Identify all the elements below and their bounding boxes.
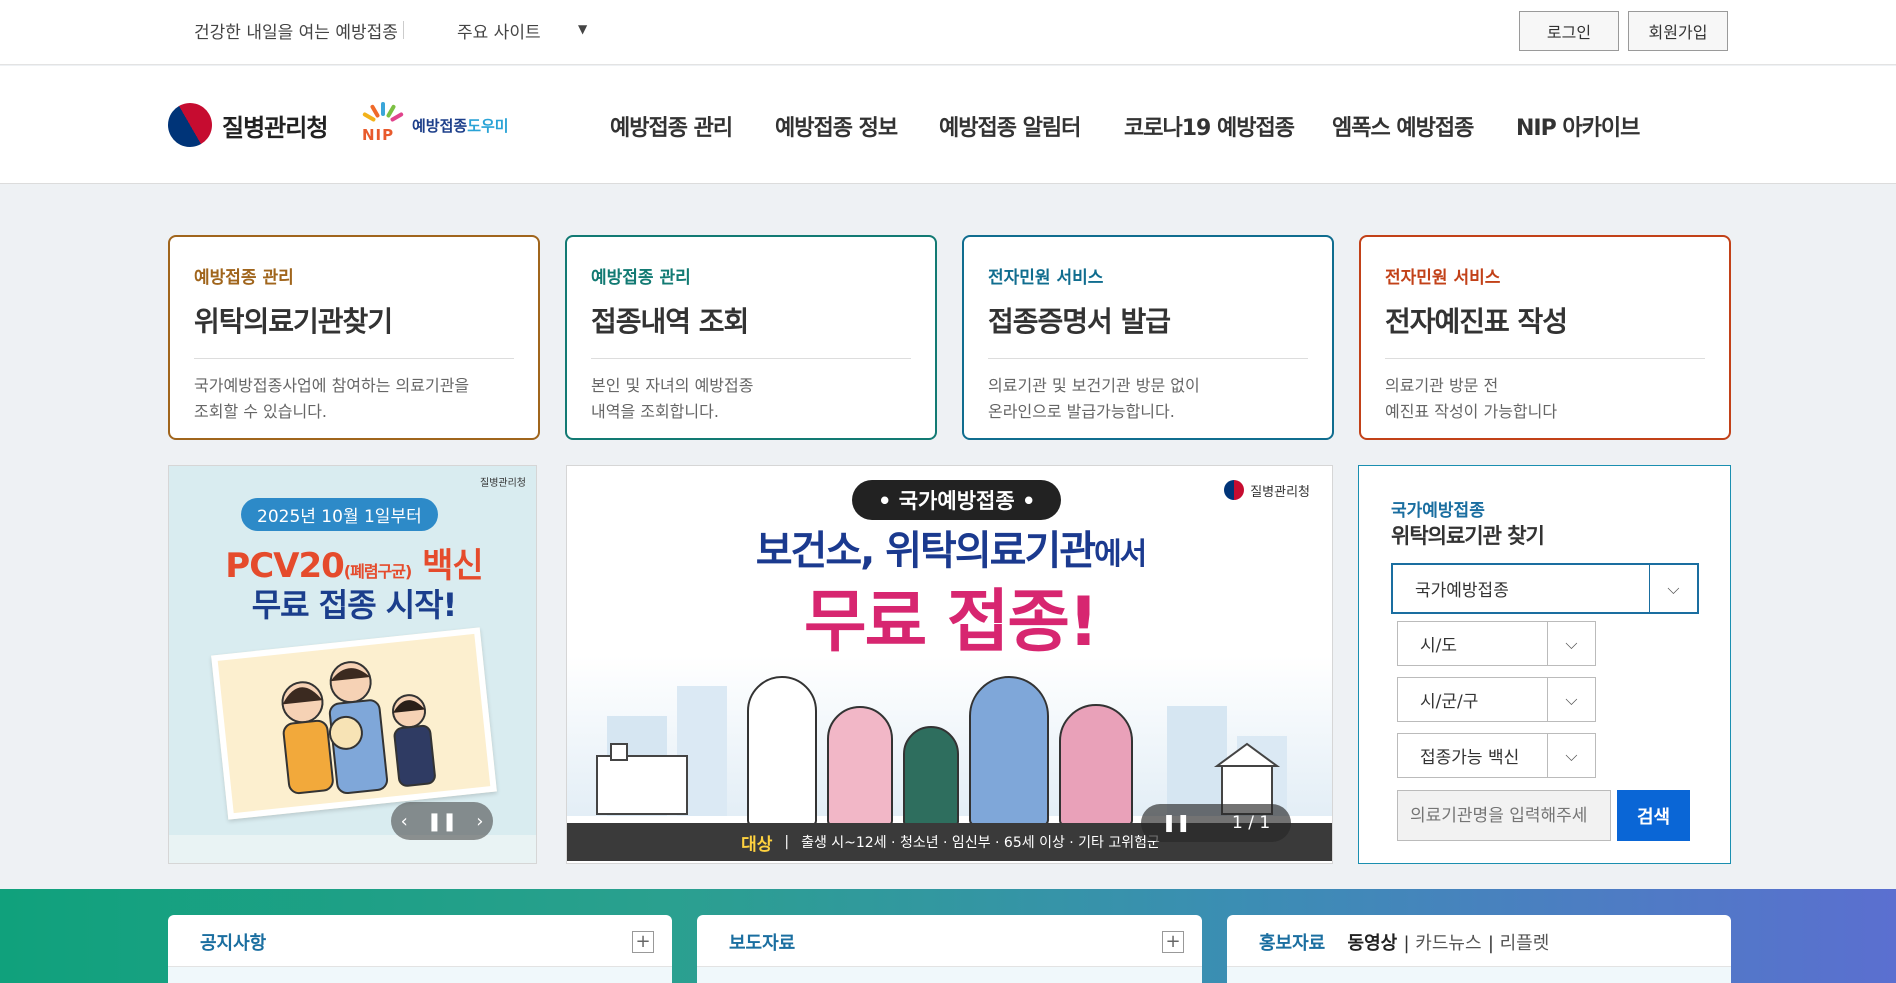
notice-board: 공지사항 + bbox=[168, 915, 672, 983]
promo-tab-leaflet[interactable]: 리플렛 bbox=[1500, 933, 1550, 954]
divider bbox=[591, 358, 911, 359]
sido-select[interactable]: 시/도 ⌵ bbox=[1397, 621, 1596, 666]
nav-nip-archive[interactable]: NIP 아카이브 bbox=[1516, 110, 1640, 142]
card-certificate-issue[interactable]: 전자민원 서비스 접종증명서 발급 의료기관 및 보건기관 방문 없이 온라인으로… bbox=[962, 235, 1334, 440]
promo-tab[interactable]: 홍보자료 동영상 | 카드뉴스 | 리플렛 bbox=[1259, 929, 1549, 955]
login-button[interactable]: 로그인 bbox=[1519, 11, 1619, 51]
nav-mpox-vaccination[interactable]: 엠폭스 예방접종 bbox=[1332, 110, 1474, 142]
promo-board: 홍보자료 동영상 | 카드뉴스 | 리플렛 bbox=[1227, 915, 1731, 983]
sun-logo-icon: NIP bbox=[360, 102, 406, 148]
press-board: 보도자료 + bbox=[697, 915, 1202, 983]
target-label: 대상 bbox=[741, 834, 773, 855]
card-category: 예방접종 관리 bbox=[591, 268, 691, 288]
banner-headline-2: 무료 접종 시작! bbox=[251, 586, 458, 624]
card-category: 전자민원 서비스 bbox=[988, 268, 1104, 288]
top-utility-bar: 건강한 내일을 여는 예방접종 주요 사이트 ▼ 로그인 회원가입 bbox=[0, 0, 1896, 65]
next-arrow-icon[interactable]: › bbox=[476, 811, 483, 832]
hospital-search-panel: 국가예방접종 위탁의료기관 찾기 국가예방접종 ⌵ 시/도 ⌵ 시/군/구 ⌵ … bbox=[1358, 465, 1731, 864]
card-description: 의료기관 및 보건기관 방문 없이 온라인으로 발급가능합니다. bbox=[988, 376, 1200, 421]
banner2-controls[interactable]: ❚❚ 1 / 1 bbox=[1141, 804, 1291, 842]
card-e-prescreening[interactable]: 전자민원 서비스 전자예진표 작성 의료기관 방문 전 예진표 작성이 가능합니다 bbox=[1359, 235, 1731, 440]
divider bbox=[988, 358, 1308, 359]
search-title: 위탁의료기관 찾기 bbox=[1391, 524, 1545, 548]
divider bbox=[1385, 358, 1705, 359]
card-description: 국가예방접종사업에 참여하는 의료기관을 조회할 수 있습니다. bbox=[194, 376, 470, 421]
divider: | bbox=[784, 834, 790, 850]
family-illustration bbox=[737, 636, 1167, 826]
hospital-name-input[interactable] bbox=[1397, 790, 1611, 841]
main-header: 질병관리청 NIP 예방접종도우미 예방접종 관리 예방접종 정보 예방접종 알… bbox=[0, 66, 1896, 184]
card-description: 의료기관 방문 전 예진표 작성이 가능합니다 bbox=[1385, 376, 1558, 421]
card-title: 접종증명서 발급 bbox=[988, 305, 1171, 338]
chevron-down-icon[interactable]: ⌵ bbox=[1649, 565, 1697, 612]
card-title: 전자예진표 작성 bbox=[1385, 305, 1568, 338]
divider bbox=[194, 358, 514, 359]
chevron-down-icon[interactable]: ⌵ bbox=[1547, 734, 1595, 777]
banner-kdca-logo: 질병관리청 bbox=[480, 478, 526, 489]
chevron-down-icon[interactable]: ⌵ bbox=[1547, 678, 1595, 721]
plus-icon[interactable]: + bbox=[1162, 931, 1184, 953]
taegeuk-emblem-icon bbox=[1224, 480, 1245, 500]
site-slogan: 건강한 내일을 여는 예방접종 bbox=[194, 23, 398, 43]
search-button[interactable]: 검색 bbox=[1617, 790, 1690, 841]
kdca-name: 질병관리청 bbox=[222, 113, 328, 142]
search-category: 국가예방접종 bbox=[1391, 501, 1485, 521]
nav-vaccination-info[interactable]: 예방접종 정보 bbox=[775, 110, 898, 142]
nav-covid19-vaccination[interactable]: 코로나19 예방접종 bbox=[1124, 110, 1295, 142]
promo-tab-video[interactable]: 동영상 bbox=[1348, 933, 1398, 954]
sigungu-select[interactable]: 시/군/구 ⌵ bbox=[1397, 677, 1596, 722]
pause-icon[interactable]: ❚❚ bbox=[1162, 813, 1191, 833]
notice-tab[interactable]: 공지사항 bbox=[200, 929, 266, 955]
plus-icon[interactable]: + bbox=[632, 931, 654, 953]
card-title: 접종내역 조회 bbox=[591, 305, 749, 338]
banner-kdca-logo: 질병관리청 bbox=[1224, 480, 1310, 500]
vaccine-select[interactable]: 접종가능 백신 ⌵ bbox=[1397, 733, 1596, 778]
pause-icon[interactable]: ❚❚ bbox=[427, 811, 457, 832]
banner1-controls[interactable]: ‹ ❚❚ › bbox=[391, 802, 493, 840]
promo-tab-cardnews[interactable]: 카드뉴스 bbox=[1415, 933, 1481, 954]
card-category: 예방접종 관리 bbox=[194, 268, 294, 288]
pcv20-promo-banner[interactable]: 질병관리청 2025년 10월 1일부터 PCV20(폐렴구균) 백신 무료 접… bbox=[168, 465, 537, 864]
nav-vaccination-notice[interactable]: 예방접종 알림터 bbox=[939, 110, 1081, 142]
caret-down-icon[interactable]: ▼ bbox=[578, 22, 587, 36]
banner-pill: • 국가예방접종 • bbox=[852, 480, 1062, 520]
kdca-logo[interactable]: 질병관리청 bbox=[159, 94, 328, 156]
card-title: 위탁의료기관찾기 bbox=[194, 305, 393, 338]
chevron-down-icon[interactable]: ⌵ bbox=[1547, 622, 1595, 665]
major-sites-dropdown[interactable]: 주요 사이트 bbox=[457, 18, 541, 43]
signup-button[interactable]: 회원가입 bbox=[1628, 11, 1728, 51]
press-tab[interactable]: 보도자료 bbox=[729, 929, 795, 955]
prev-arrow-icon[interactable]: ‹ bbox=[401, 811, 408, 832]
nip-helper-logo[interactable]: NIP 예방접종도우미 bbox=[360, 102, 509, 148]
taegeuk-emblem-icon bbox=[159, 94, 221, 156]
vaccination-type-select[interactable]: 국가예방접종 ⌵ bbox=[1391, 563, 1699, 614]
ground-decoration bbox=[169, 835, 536, 863]
family-illustration bbox=[211, 627, 497, 820]
banner-date-badge: 2025년 10월 1일부터 bbox=[241, 498, 438, 531]
target-text: 출생 시~12세 · 청소년 · 임신부 · 65세 이상 · 기타 고위험군 bbox=[801, 835, 1160, 851]
nav-vaccination-management[interactable]: 예방접종 관리 bbox=[610, 110, 733, 142]
national-vaccination-banner[interactable]: • 국가예방접종 • 질병관리청 보건소, 위탁의료기관에서 무료 접종! 대상… bbox=[566, 465, 1333, 864]
nip-mark: NIP bbox=[362, 126, 395, 144]
card-vaccination-history[interactable]: 예방접종 관리 접종내역 조회 본인 및 자녀의 예방접종 내역을 조회합니다. bbox=[565, 235, 937, 440]
nip-logo-label: 예방접종도우미 bbox=[412, 116, 509, 135]
card-category: 전자민원 서비스 bbox=[1385, 268, 1501, 288]
card-find-hospital[interactable]: 예방접종 관리 위탁의료기관찾기 국가예방접종사업에 참여하는 의료기관을 조회할… bbox=[168, 235, 540, 440]
slide-counter: 1 / 1 bbox=[1231, 813, 1271, 833]
card-description: 본인 및 자녀의 예방접종 내역을 조회합니다. bbox=[591, 376, 754, 421]
divider bbox=[403, 21, 404, 39]
